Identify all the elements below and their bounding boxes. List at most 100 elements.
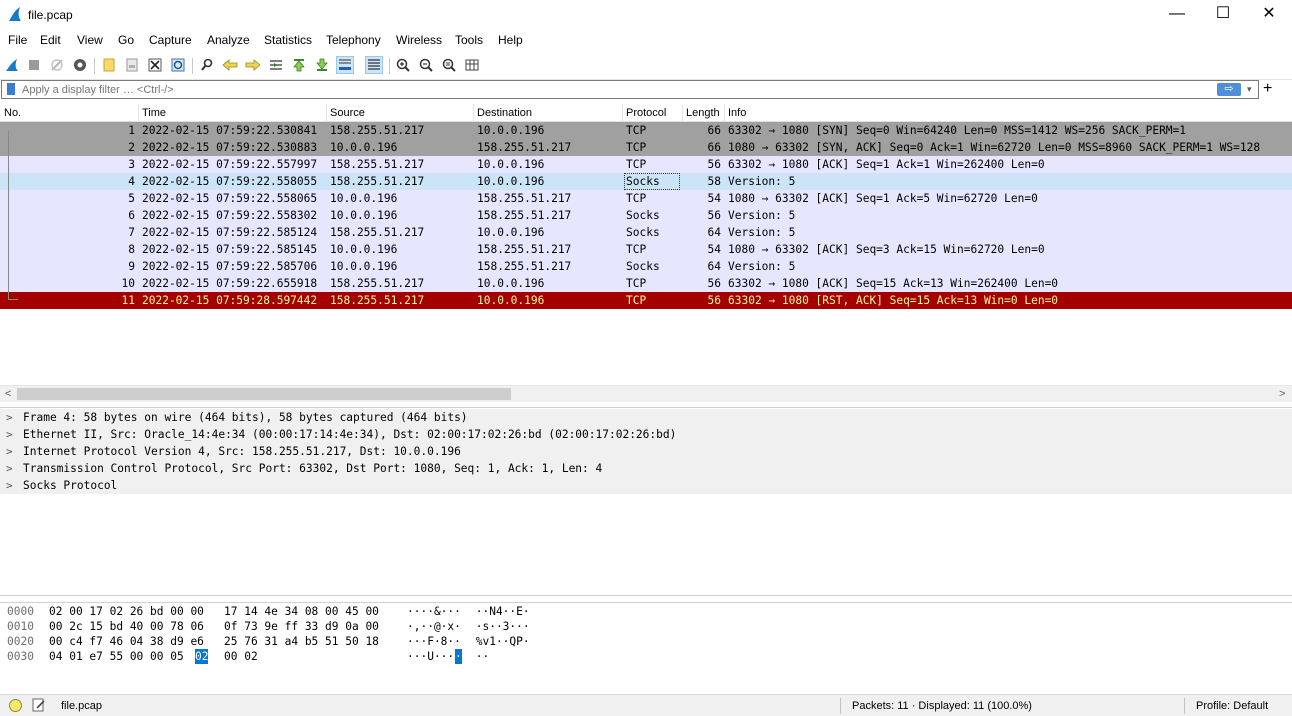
menu-capture[interactable]: Capture [149, 33, 192, 47]
hex-bytes[interactable]: 02 00 17 02 26 bd 00 00 [49, 604, 204, 619]
autoscroll-icon[interactable] [336, 56, 354, 74]
menu-statistics[interactable]: Statistics [264, 33, 312, 47]
hex-ascii[interactable]: ···F·8·· [407, 634, 461, 649]
packet-row[interactable]: 1 2022-02-15 07:59:22.530841 158.255.51.21… [0, 122, 1292, 139]
filter-dropdown-button[interactable]: ▾ [1247, 81, 1252, 98]
go-to-packet-icon[interactable] [267, 56, 285, 74]
menu-go[interactable]: Go [118, 33, 134, 47]
expand-chevron-icon[interactable]: > [6, 460, 13, 477]
cell-no: 3 [128, 158, 135, 171]
status-profile[interactable]: Profile: Default [1196, 700, 1268, 712]
window-title: file.pcap [28, 8, 73, 22]
scroll-right-icon[interactable]: > [1279, 386, 1285, 402]
packet-row[interactable]: 7 2022-02-15 07:59:22.585124 158.255.51.21… [0, 224, 1292, 241]
column-header-protocol[interactable]: Protocol [626, 107, 666, 119]
packet-row[interactable]: 5 2022-02-15 07:59:22.558065 10.0.0.196 158… [0, 190, 1292, 207]
menu-analyze[interactable]: Analyze [207, 33, 250, 47]
detail-tree-item[interactable]: > Socks Protocol [0, 477, 1292, 494]
maximize-button[interactable]: ☐ [1200, 0, 1246, 30]
expand-chevron-icon[interactable]: > [6, 409, 13, 426]
detail-tree-item[interactable]: > Internet Protocol Version 4, Src: 158.2… [0, 443, 1292, 460]
colorize-icon[interactable] [365, 56, 383, 74]
add-filter-button[interactable]: + [1263, 80, 1272, 98]
minimize-button[interactable]: — [1154, 0, 1200, 30]
hex-ascii[interactable]: ··N4··E· [469, 604, 530, 619]
cell-length: 54 [707, 243, 721, 256]
find-packet-icon[interactable] [198, 56, 216, 74]
hex-ascii[interactable]: ·s··3··· [469, 619, 530, 634]
hex-bytes[interactable]: 00 c4 f7 46 04 38 d9 e6 [49, 634, 204, 649]
packet-row[interactable]: 10 2022-02-15 07:59:22.655918 158.255.51.2… [0, 275, 1292, 292]
apply-filter-button[interactable]: ⇨ [1217, 83, 1241, 96]
filter-bookmark-icon[interactable] [7, 83, 15, 95]
capture-comment-icon[interactable] [32, 698, 46, 712]
stop-capture-icon[interactable] [25, 56, 43, 74]
menu-file[interactable]: File [8, 33, 27, 47]
capture-options-icon[interactable] [71, 56, 89, 74]
column-header-destination[interactable]: Destination [477, 107, 532, 119]
expert-info-icon[interactable] [9, 699, 22, 712]
hex-selected-byte[interactable]: 02 [195, 649, 209, 664]
menu-telephony[interactable]: Telephony [326, 33, 381, 47]
hex-bytes[interactable]: 00 02 [224, 649, 258, 664]
menu-wireless[interactable]: Wireless [396, 33, 442, 47]
resize-columns-icon[interactable] [463, 56, 481, 74]
scroll-left-icon[interactable]: < [5, 386, 11, 402]
column-header-time[interactable]: Time [142, 107, 166, 119]
menu-tools[interactable]: Tools [455, 33, 483, 47]
packet-row[interactable]: 11 2022-02-15 07:59:28.597442 158.255.51.2… [0, 292, 1292, 309]
packet-row[interactable]: 3 2022-02-15 07:59:22.557997 158.255.51.21… [0, 156, 1292, 173]
go-last-icon[interactable] [313, 56, 331, 74]
go-forward-icon[interactable] [244, 56, 262, 74]
save-file-icon[interactable] [123, 56, 141, 74]
zoom-out-icon[interactable] [417, 56, 435, 74]
cell-length: 66 [707, 124, 721, 137]
column-header-length[interactable]: Length [686, 107, 720, 119]
hex-selected-char[interactable]: · [455, 649, 462, 664]
column-header-info[interactable]: Info [728, 107, 746, 119]
menu-view[interactable]: View [77, 33, 103, 47]
expand-chevron-icon[interactable]: > [6, 426, 13, 443]
packet-row[interactable]: 8 2022-02-15 07:59:22.585145 10.0.0.196 158… [0, 241, 1292, 258]
packet-row[interactable]: 6 2022-02-15 07:59:22.558302 10.0.0.196 158… [0, 207, 1292, 224]
detail-tree-item[interactable]: > Frame 4: 58 bytes on wire (464 bits), 5… [0, 409, 1292, 426]
cell-time: 2022-02-15 07:59:22.557997 [142, 158, 318, 171]
hex-bytes[interactable]: 04 01 e7 55 00 00 05 [49, 649, 190, 664]
start-capture-icon[interactable] [3, 56, 21, 74]
hex-ascii[interactable]: ·· [469, 649, 489, 664]
detail-tree-item[interactable]: > Transmission Control Protocol, Src Port… [0, 460, 1292, 477]
detail-tree-item[interactable]: > Ethernet II, Src: Oracle_14:4e:34 (00:0… [0, 426, 1292, 443]
open-file-icon[interactable] [100, 56, 118, 74]
hex-bytes[interactable]: 17 14 4e 34 08 00 45 00 [224, 604, 379, 619]
column-header-source[interactable]: Source [330, 107, 365, 119]
packet-row[interactable]: 4 2022-02-15 07:59:22.558055 158.255.51.21… [0, 173, 1292, 190]
cell-source: 158.255.51.217 [330, 226, 425, 239]
cell-info: 63302 → 1080 [ACK] Seq=15 Ack=13 Win=262… [728, 277, 1059, 290]
close-file-icon[interactable] [146, 56, 164, 74]
hex-ascii[interactable]: %v1··QP· [469, 634, 530, 649]
hex-ascii[interactable]: ···U··· [407, 649, 454, 664]
display-filter-input[interactable] [22, 82, 1212, 97]
column-header-no[interactable]: No. [4, 107, 21, 119]
packet-row[interactable]: 2 2022-02-15 07:59:22.530883 10.0.0.196 158… [0, 139, 1292, 156]
scrollbar-thumb[interactable] [17, 388, 511, 400]
hex-ascii[interactable]: ····&··· [407, 604, 461, 619]
zoom-in-icon[interactable] [394, 56, 412, 74]
cell-info: 63302 → 1080 [ACK] Seq=1 Ack=1 Win=26240… [728, 158, 1045, 171]
packet-list-hscrollbar[interactable]: < > [0, 385, 1292, 402]
hex-bytes[interactable]: 25 76 31 a4 b5 51 50 18 [224, 634, 379, 649]
menu-help[interactable]: Help [498, 33, 523, 47]
hex-bytes[interactable]: 00 2c 15 bd 40 00 78 06 [49, 619, 204, 634]
reload-file-icon[interactable] [169, 56, 187, 74]
zoom-normal-icon[interactable] [440, 56, 458, 74]
restart-capture-icon[interactable] [48, 56, 66, 74]
expand-chevron-icon[interactable]: > [6, 477, 13, 494]
go-first-icon[interactable] [290, 56, 308, 74]
close-button[interactable]: ✕ [1246, 0, 1292, 30]
hex-bytes[interactable]: 0f 73 9e ff 33 d9 0a 00 [224, 619, 379, 634]
expand-chevron-icon[interactable]: > [6, 443, 13, 460]
hex-ascii[interactable]: ·,··@·x· [407, 619, 461, 634]
packet-row[interactable]: 9 2022-02-15 07:59:22.585706 10.0.0.196 158… [0, 258, 1292, 275]
menu-edit[interactable]: Edit [40, 33, 61, 47]
go-back-icon[interactable] [221, 56, 239, 74]
